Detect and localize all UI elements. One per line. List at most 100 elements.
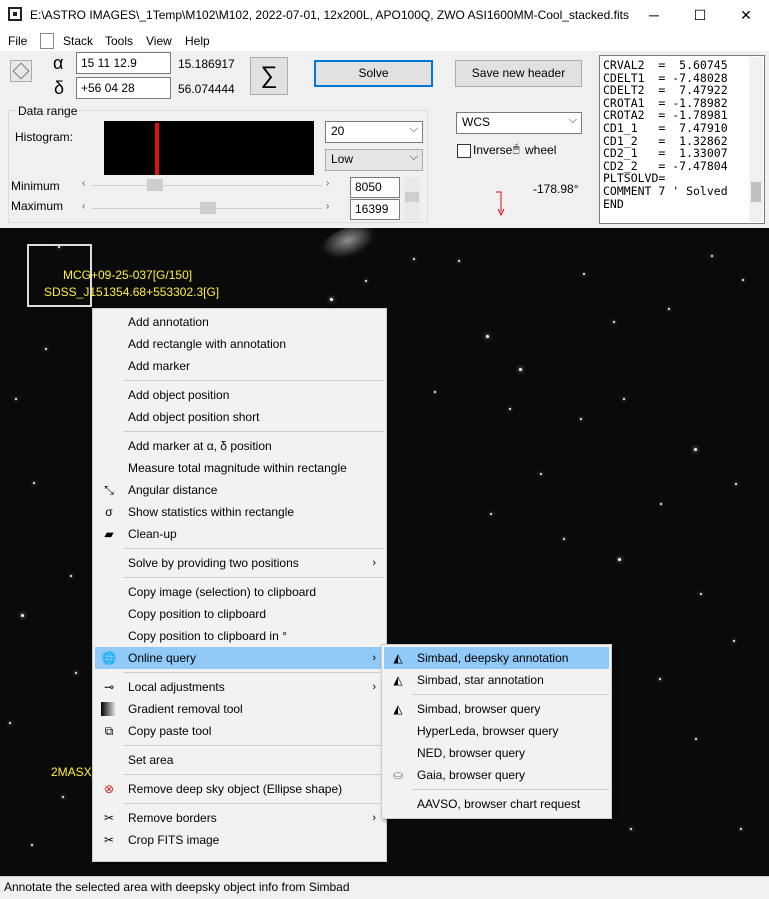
menu-file[interactable]: File [8,34,27,48]
chevron-right-icon[interactable]: › [326,201,329,212]
chevron-down-icon: ⌵ [409,151,418,163]
minimum-label: Minimum [11,179,60,193]
header-scrollbar[interactable] [749,57,763,222]
menu-copy-image[interactable]: Copy image (selection) to clipboard [95,581,384,603]
maximize-button[interactable]: ☐ [677,0,723,31]
header-line: CDELT2 = 7.47922 [603,83,728,98]
maximum-input[interactable]: 16399 [350,199,400,220]
menu-view[interactable]: View [146,34,172,48]
wheel-label: wheel [525,143,557,157]
star [733,640,735,642]
galaxy-m102 [314,228,384,268]
sigma-button[interactable]: ∑ [250,57,288,95]
range-slider[interactable] [404,177,420,220]
save-header-button[interactable]: Save new header [455,60,582,87]
crop-scissors-icon: ✂ [103,833,115,847]
min-slider-thumb[interactable] [147,179,163,191]
submenu-arrow-icon: › [372,812,376,824]
submenu-ned[interactable]: NED, browser query [384,742,609,764]
menu-clean-up[interactable]: ▰ Clean-up [95,523,384,545]
menu-local-adjustments[interactable]: ⊸ Local adjustments › [95,676,384,698]
menu-add-rect-annotation[interactable]: Add rectangle with annotation [95,333,384,355]
menu-gradient-removal[interactable]: Gradient removal tool [95,698,384,720]
copy-icon[interactable] [40,33,54,49]
submenu-simbad-browser-label: Simbad, browser query [417,702,541,716]
submenu-simbad-deepsky[interactable]: ◭ Simbad, deepsky annotation [384,647,609,669]
bins-select[interactable]: 20 ⌵ [325,121,423,143]
star [9,722,11,724]
mouse-icon: 🖱 [513,143,520,155]
submenu-simbad-browser[interactable]: ◭ Simbad, browser query [384,698,609,720]
solve-button[interactable]: Solve [314,60,433,87]
sigma-icon: σ [105,505,113,519]
menu-show-statistics-label: Show statistics within rectangle [128,505,295,519]
submenu-simbad-star[interactable]: ◭ Simbad, star annotation [384,669,609,691]
menu-solve-two-positions[interactable]: Solve by providing two positions › [95,552,384,574]
menu-tools[interactable]: Tools [105,34,133,48]
min-slider-track[interactable] [92,185,322,186]
fits-header-box[interactable]: CRVAL2 = 5.60745 CDELT1 = -7.48028 CDELT2 … [599,55,765,224]
annotation-sdss[interactable]: SDSS_J151354.68+553302.3[G] [44,285,219,299]
submenu-hyperleda[interactable]: HyperLeda, browser query [384,720,609,742]
menu-set-area[interactable]: Set area [95,749,384,771]
menu-add-marker[interactable]: Add marker [95,355,384,377]
max-slider-thumb[interactable] [200,202,216,214]
submenu-gaia[interactable]: ⛀ Gaia, browser query [384,764,609,786]
star [45,348,47,350]
star [613,321,615,323]
menu-remove-borders[interactable]: ✂ Remove borders › [95,807,384,829]
chevron-left-icon[interactable]: ‹ [82,201,85,212]
wcs-value: WCS [462,115,490,129]
header-scrollbar-thumb[interactable] [751,182,761,202]
menu-remove-dso[interactable]: ⊗ Remove deep sky object (Ellipse shape) [95,778,384,800]
menu-crop-fits[interactable]: ✂ Crop FITS image [95,829,384,851]
star [660,503,662,505]
menu-remove-borders-label: Remove borders [128,811,217,825]
inverse-checkbox[interactable] [457,144,471,158]
scale-select[interactable]: Low ⌵ [325,149,423,171]
simbad-icon: ◭ [393,651,403,665]
chevron-right-icon[interactable]: › [326,178,329,189]
inverse-label: Inverse [473,143,513,157]
header-lines: CRVAL2 = 5.60745 CDELT1 = -7.48028 CDELT2 … [603,59,764,210]
menu-show-statistics[interactable]: σ Show statistics within rectangle [95,501,384,523]
menu-copy-paste-tool[interactable]: ⧉ Copy paste tool [95,720,384,742]
star [509,408,511,410]
alpha-symbol: α [53,53,64,73]
flip-button[interactable] [10,60,32,82]
star [31,844,33,846]
menu-copy-position-deg[interactable]: Copy position to clipboard in ° [95,625,384,647]
menu-measure-magnitude[interactable]: Measure total magnitude within rectangle [95,457,384,479]
menu-help[interactable]: Help [185,34,210,48]
menu-add-marker-at[interactable]: Add marker at α, δ position [95,435,384,457]
menu-crop-fits-label: Crop FITS image [128,833,220,847]
menu-online-query[interactable]: 🌐 Online query › [95,647,384,669]
close-button[interactable]: ✕ [723,0,769,31]
minimize-button[interactable]: ─ [631,0,677,31]
menu-add-object-position[interactable]: Add object position [95,384,384,406]
wcs-select[interactable]: WCS ⌵ [456,112,582,134]
submenu-arrow-icon: › [372,681,376,693]
menu-add-object-position-short[interactable]: Add object position short [95,406,384,428]
ra-decimal: 15.186917 [178,57,235,71]
menu-stack[interactable]: Stack [63,34,93,48]
menu-add-annotation[interactable]: Add annotation [95,311,384,333]
ra-input[interactable]: 15 11 12.9 [76,52,171,74]
menu-solve-two-positions-label: Solve by providing two positions [128,556,299,570]
star [618,558,621,561]
dec-input[interactable]: +56 04 28 [76,77,171,99]
star [740,828,742,830]
histogram [104,121,314,175]
control-panel: α 15 11 12.9 15.186917 δ +56 04 28 56.07… [0,51,769,228]
minimum-input[interactable]: 8050 [350,177,400,198]
star [62,796,64,798]
star [694,448,697,451]
menu-gradient-removal-label: Gradient removal tool [128,702,243,716]
eraser-icon: ▰ [104,527,114,541]
submenu-aavso[interactable]: AAVSO, browser chart request [384,793,609,815]
annotation-mcg[interactable]: MCG+09-25-037[G/150] [63,268,192,282]
chevron-left-icon[interactable]: ‹ [82,178,85,189]
menu-copy-position[interactable]: Copy position to clipboard [95,603,384,625]
menu-angular-distance[interactable]: ⤡ Angular distance [95,479,384,501]
star [21,614,24,617]
